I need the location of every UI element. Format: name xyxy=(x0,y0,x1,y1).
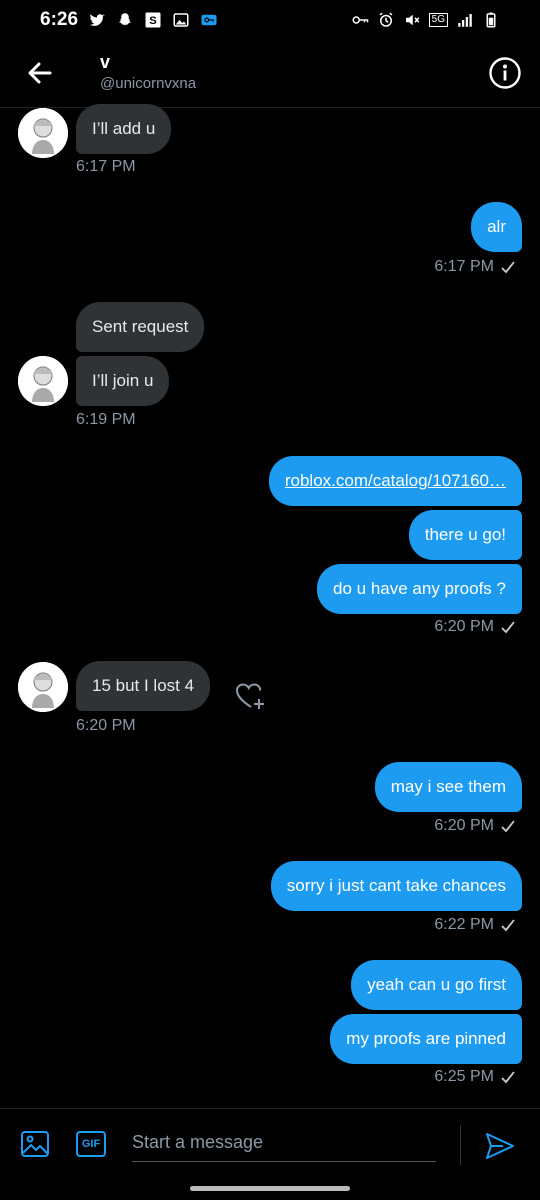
message-bubble[interactable]: sorry i just cant take chances xyxy=(270,861,522,911)
message-time: 6:20 PM xyxy=(434,817,516,835)
message-bubble[interactable]: I’ll add u xyxy=(76,104,172,154)
contact-name[interactable]: v xyxy=(100,52,110,73)
message-time-text: 6:17 PM xyxy=(434,258,494,275)
message-bubble[interactable]: my proofs are pinned xyxy=(330,1014,522,1064)
message-time: 6:25 PM xyxy=(434,1068,516,1086)
send-icon[interactable] xyxy=(484,1131,516,1161)
back-arrow-icon[interactable] xyxy=(22,55,58,91)
signal-icon xyxy=(458,14,472,27)
checkmark-icon xyxy=(501,820,515,833)
home-indicator[interactable] xyxy=(190,1186,350,1191)
alarm-icon xyxy=(379,12,393,27)
snapchat-icon xyxy=(119,13,132,26)
contact-handle[interactable]: @unicornvxna xyxy=(100,75,196,92)
info-icon[interactable] xyxy=(488,56,522,90)
message-bubble[interactable]: do u have any proofs ? xyxy=(317,564,522,614)
checkmark-icon xyxy=(501,919,515,932)
status-time: 6:26 xyxy=(40,9,79,30)
message-list[interactable]: I’ll add u 6:17 PM alr 6:17 PM Sent requ… xyxy=(0,104,540,1108)
avatar[interactable] xyxy=(18,662,68,712)
message-input[interactable] xyxy=(132,1123,436,1162)
message-time: 6:17 PM xyxy=(434,258,516,276)
message-bubble[interactable]: 15 but I lost 4 xyxy=(76,661,211,711)
avatar[interactable] xyxy=(18,108,68,158)
message-bubble[interactable]: I’ll join u xyxy=(76,356,170,406)
message-bubble[interactable]: Sent request xyxy=(76,302,205,352)
vpn-key-icon xyxy=(201,14,217,26)
twitter-icon xyxy=(89,14,105,26)
conversation-header: v @unicornvxna xyxy=(0,40,540,108)
user-avatar-icon xyxy=(18,108,68,158)
status-bar: 6:26 S 5G xyxy=(0,0,540,40)
message-time-text: 6:20 PM xyxy=(434,817,494,834)
image-icon[interactable] xyxy=(20,1129,50,1159)
message-bubble[interactable]: there u go! xyxy=(408,510,522,560)
checkmark-icon xyxy=(501,1071,515,1084)
message-bubble[interactable]: alr xyxy=(471,202,522,252)
link-message-bubble[interactable]: roblox.com/catalog/107160… xyxy=(268,456,522,506)
s-app-icon: S xyxy=(145,12,161,28)
message-composer: GIF xyxy=(0,1108,540,1178)
message-bubble[interactable]: yeah can u go first xyxy=(351,960,522,1010)
user-avatar-icon xyxy=(18,662,68,712)
checkmark-icon xyxy=(501,621,515,634)
divider xyxy=(460,1125,461,1165)
message-time: 6:20 PM xyxy=(76,717,136,734)
checkmark-icon xyxy=(501,261,515,274)
gif-button[interactable]: GIF xyxy=(76,1131,106,1157)
message-time-text: 6:20 PM xyxy=(434,618,494,635)
avatar[interactable] xyxy=(18,356,68,406)
message-bubble[interactable]: may i see them xyxy=(374,762,522,812)
user-avatar-icon xyxy=(18,356,68,406)
react-heart-plus-icon[interactable] xyxy=(234,680,268,712)
message-time: 6:19 PM xyxy=(76,411,136,428)
link-text[interactable]: roblox.com/catalog/107160… xyxy=(285,471,506,490)
svg-text:S: S xyxy=(149,15,157,27)
message-time: 6:22 PM xyxy=(434,916,516,934)
battery-icon xyxy=(486,12,496,28)
mute-icon xyxy=(405,14,419,26)
key-icon xyxy=(352,16,368,24)
message-time: 6:20 PM xyxy=(434,618,516,636)
network-badge: 5G xyxy=(428,13,448,27)
message-time: 6:17 PM xyxy=(76,158,136,175)
message-time-text: 6:25 PM xyxy=(434,1068,494,1085)
gallery-icon xyxy=(173,13,189,27)
message-time-text: 6:22 PM xyxy=(434,916,494,933)
